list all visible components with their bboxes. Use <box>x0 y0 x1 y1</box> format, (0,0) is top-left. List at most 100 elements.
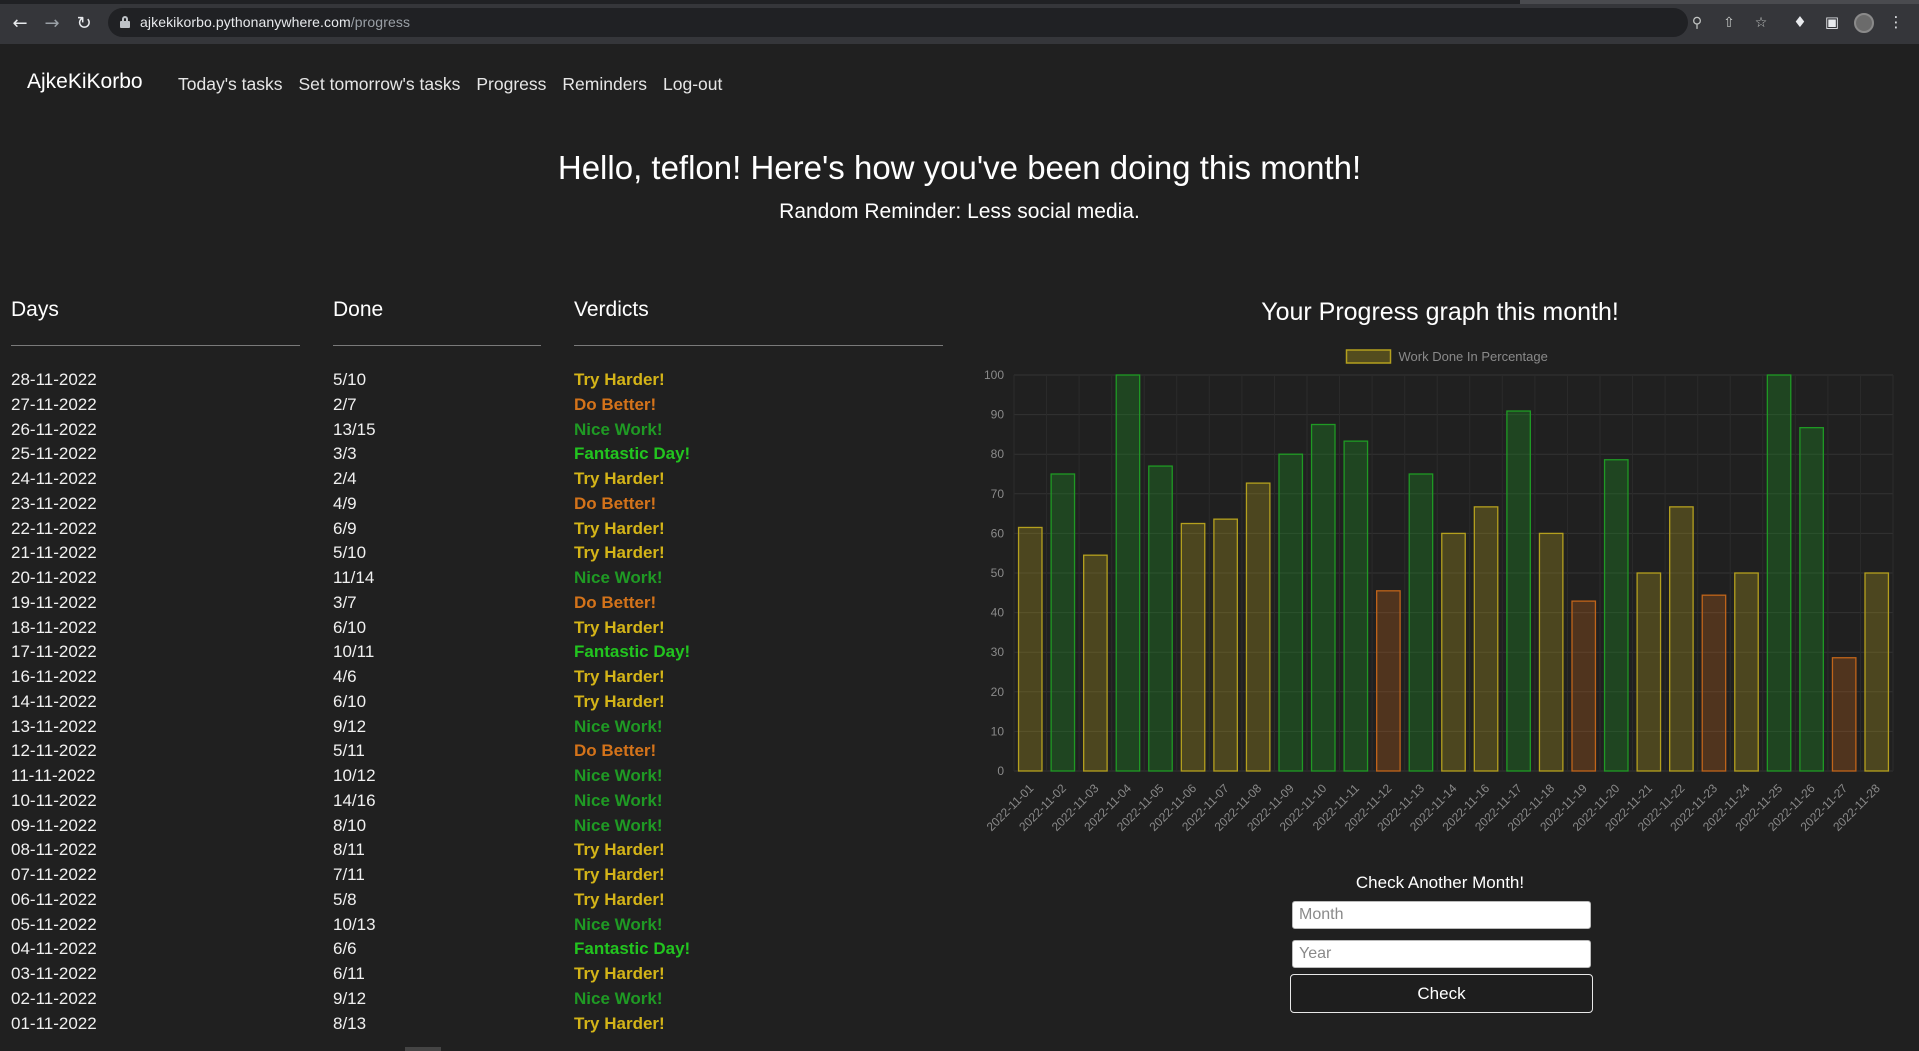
bar <box>1701 594 1727 772</box>
bar <box>1473 506 1499 772</box>
done-cell: 10/11 <box>333 642 375 662</box>
bar <box>1799 427 1824 772</box>
bar <box>1831 657 1857 772</box>
legend-swatch <box>1345 349 1392 364</box>
table-row: 11-11-2022 10/12 Nice Work! <box>0 763 960 788</box>
done-cell: 6/6 <box>333 939 357 959</box>
y-tick-label: 30 <box>991 645 1005 659</box>
verdict-cell: Try Harder! <box>574 840 665 860</box>
verdict-cell: Try Harder! <box>574 964 665 983</box>
column-header-done: Done <box>333 298 384 321</box>
done-cell: 13/15 <box>333 419 376 439</box>
bar <box>1636 572 1662 772</box>
day-cell: 16-11-2022 <box>11 667 97 686</box>
verdict-cell: Fantastic Day! <box>574 444 691 464</box>
extensions-puzzle-icon[interactable]: ♦ <box>1790 12 1810 32</box>
column-divider <box>574 345 943 346</box>
bar <box>1017 526 1043 772</box>
month-input[interactable] <box>1292 901 1591 929</box>
nav-link-set-tomorrows-tasks[interactable]: Set tomorrow's tasks <box>299 74 461 95</box>
table-row: 26-11-2022 13/15 Nice Work! <box>0 417 960 442</box>
profile-avatar[interactable] <box>1854 13 1874 33</box>
nav-link-reminders[interactable]: Reminders <box>562 74 647 95</box>
verdict-cell: Try Harder! <box>574 518 665 538</box>
year-input[interactable] <box>1292 940 1591 968</box>
bar <box>1408 473 1434 772</box>
back-arrow-icon[interactable]: ← <box>7 10 33 36</box>
table-row: 23-11-2022 4/9 Do Better! <box>0 491 960 516</box>
y-tick-label: 10 <box>991 724 1005 738</box>
y-tick-label: 60 <box>991 526 1005 540</box>
done-cell: 6/10 <box>333 691 367 711</box>
site-navbar: AjkeKiKorbo Today's tasks Set tomorrow's… <box>0 44 1919 124</box>
day-cell: 18-11-2022 <box>11 617 97 637</box>
horizontal-scrollbar[interactable] <box>405 1047 441 1051</box>
address-bar[interactable]: ajkekikorbo.pythonanywhere.com/progress … <box>108 8 1767 37</box>
kebab-menu-icon[interactable]: ⋮ <box>1886 12 1906 32</box>
y-tick-label: 90 <box>991 408 1005 422</box>
nav-link-todays-tasks[interactable]: Today's tasks <box>178 74 283 95</box>
column-header-verdicts: Verdicts <box>574 298 649 321</box>
done-cell: 8/10 <box>333 815 367 835</box>
bar <box>1669 506 1694 772</box>
bar <box>1180 522 1206 772</box>
bar <box>1376 590 1401 772</box>
day-cell: 19-11-2022 <box>11 592 97 612</box>
check-button[interactable]: Check <box>1290 974 1593 1013</box>
column-header-days: Days <box>11 298 59 321</box>
forward-arrow-icon[interactable]: → <box>39 10 65 36</box>
verdict-cell: Nice Work! <box>574 988 663 1008</box>
bar <box>1343 440 1369 772</box>
verdict-cell: Nice Work! <box>574 790 663 810</box>
day-cell: 14-11-2022 <box>11 691 97 711</box>
verdict-cell: Fantastic Day! <box>574 642 691 662</box>
reload-icon[interactable]: ↻ <box>71 10 97 36</box>
table-row: 28-11-2022 5/10 Try Harder! <box>0 367 960 392</box>
table-row: 27-11-2022 2/7 Do Better! <box>0 392 960 417</box>
table-row: 16-11-2022 4/6 Try Harder! <box>0 664 960 689</box>
bar <box>1310 423 1336 772</box>
done-cell: 4/9 <box>333 493 357 513</box>
bar <box>1278 453 1304 772</box>
nav-link-log-out[interactable]: Log-out <box>663 74 722 95</box>
tab-strip <box>0 0 1919 4</box>
bookmark-star-icon[interactable]: ☆ <box>1752 14 1770 32</box>
done-cell: 8/13 <box>333 1013 367 1033</box>
random-reminder: Random Reminder: Less social media. <box>779 200 1140 223</box>
lock-icon <box>120 16 130 28</box>
table-row: 20-11-2022 11/14 Nice Work! <box>0 565 960 590</box>
side-panel-icon[interactable]: ▣ <box>1822 12 1842 32</box>
done-cell: 5/10 <box>333 370 367 389</box>
verdict-cell: Try Harder! <box>574 370 665 389</box>
done-cell: 5/11 <box>333 741 365 761</box>
bar <box>1441 532 1466 772</box>
day-cell: 17-11-2022 <box>11 642 97 662</box>
day-cell: 27-11-2022 <box>11 394 97 414</box>
done-cell: 9/12 <box>333 988 367 1008</box>
done-cell: 4/6 <box>333 667 357 686</box>
progress-bar-chart: 0 10 20 30 40 50 60 70 80 90 100 Work Done In Perce… <box>984 349 1894 834</box>
table-row: 14-11-2022 6/10 Try Harder! <box>0 689 960 714</box>
nav-link-progress[interactable]: Progress <box>476 74 546 95</box>
day-cell: 24-11-2022 <box>11 469 97 488</box>
brand-logo[interactable]: AjkeKiKorbo <box>27 70 143 94</box>
verdict-cell: Try Harder! <box>574 543 665 563</box>
day-cell: 13-11-2022 <box>11 716 97 736</box>
verdict-cell: Try Harder! <box>574 691 665 711</box>
done-cell: 3/7 <box>333 592 357 612</box>
bar <box>1766 374 1792 772</box>
share-icon[interactable]: ⇧ <box>1720 14 1738 32</box>
table-row: 06-11-2022 5/8 Try Harder! <box>0 887 960 912</box>
table-row: 10-11-2022 14/16 Nice Work! <box>0 788 960 813</box>
done-cell: 9/12 <box>333 716 367 736</box>
bar <box>1734 572 1759 772</box>
day-cell: 01-11-2022 <box>11 1013 97 1033</box>
y-tick-label: 70 <box>991 487 1005 501</box>
table-row: 12-11-2022 5/11 Do Better! <box>0 738 960 763</box>
verdict-cell: Do Better! <box>574 592 657 612</box>
table-row: 09-11-2022 8/10 Nice Work! <box>0 813 960 838</box>
zoom-icon[interactable]: ⚲ <box>1688 14 1706 32</box>
table-row: 01-11-2022 8/13 Try Harder! <box>0 1011 960 1036</box>
table-row: 03-11-2022 6/11 Try Harder! <box>0 961 960 986</box>
table-row: 17-11-2022 10/11 Fantastic Day! <box>0 639 960 664</box>
